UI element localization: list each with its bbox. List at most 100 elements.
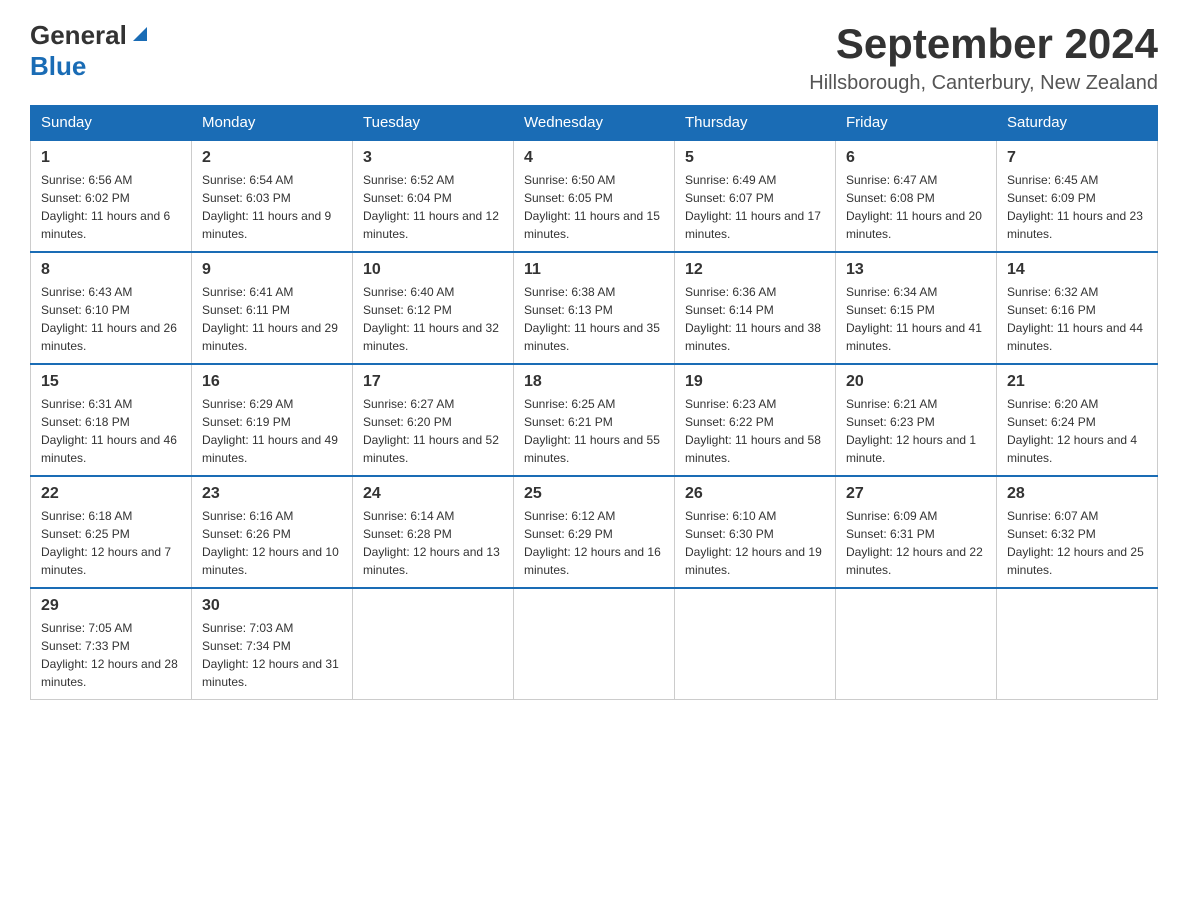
day-info: Sunrise: 6:34 AMSunset: 6:15 PMDaylight:… (846, 283, 986, 355)
day-info: Sunrise: 6:21 AMSunset: 6:23 PMDaylight:… (846, 395, 986, 467)
calendar-cell: 1Sunrise: 6:56 AMSunset: 6:02 PMDaylight… (31, 140, 192, 252)
calendar-cell: 4Sunrise: 6:50 AMSunset: 6:05 PMDaylight… (514, 140, 675, 252)
weekday-header-monday: Monday (192, 106, 353, 141)
day-number: 5 (685, 149, 825, 167)
day-number: 26 (685, 485, 825, 503)
calendar-cell (353, 588, 514, 700)
day-number: 3 (363, 149, 503, 167)
calendar-week-row: 22 Sunrise: 6:18 AMSunset: 6:25 PMDayligh… (31, 476, 1158, 588)
calendar-week-row: 29 Sunrise: 7:05 AMSunset: 7:33 PMDayligh… (31, 588, 1158, 700)
day-number: 28 (1007, 485, 1147, 503)
day-info: Sunrise: 6:23 AMSunset: 6:22 PMDaylight:… (685, 395, 825, 467)
day-number: 4 (524, 149, 664, 167)
calendar-cell: 10 Sunrise: 6:40 AMSunset: 6:12 PMDayligh… (353, 252, 514, 364)
weekday-header-saturday: Saturday (997, 106, 1158, 141)
day-number: 7 (1007, 149, 1147, 167)
day-info: Sunrise: 7:05 AMSunset: 7:33 PMDaylight:… (41, 619, 181, 691)
day-number: 14 (1007, 261, 1147, 279)
title-section: September 2024 Hillsborough, Canterbury,… (809, 20, 1158, 95)
calendar-cell: 14 Sunrise: 6:32 AMSunset: 6:16 PMDayligh… (997, 252, 1158, 364)
logo-triangle (131, 25, 149, 48)
day-info: Sunrise: 6:12 AMSunset: 6:29 PMDaylight:… (524, 507, 664, 579)
day-number: 12 (685, 261, 825, 279)
day-info: Sunrise: 6:29 AMSunset: 6:19 PMDaylight:… (202, 395, 342, 467)
calendar-cell: 28 Sunrise: 6:07 AMSunset: 6:32 PMDayligh… (997, 476, 1158, 588)
day-info: Sunrise: 6:25 AMSunset: 6:21 PMDaylight:… (524, 395, 664, 467)
calendar-cell: 2 Sunrise: 6:54 AMSunset: 6:03 PMDaylight… (192, 140, 353, 252)
day-number: 25 (524, 485, 664, 503)
weekday-header-thursday: Thursday (675, 106, 836, 141)
day-info: Sunrise: 6:38 AMSunset: 6:13 PMDaylight:… (524, 283, 664, 355)
day-info: Sunrise: 6:54 AMSunset: 6:03 PMDaylight:… (202, 171, 342, 243)
day-number: 29 (41, 597, 181, 615)
calendar-cell (836, 588, 997, 700)
weekday-header-wednesday: Wednesday (514, 106, 675, 141)
day-info: Sunrise: 6:36 AMSunset: 6:14 PMDaylight:… (685, 283, 825, 355)
day-number: 27 (846, 485, 986, 503)
calendar-cell: 15Sunrise: 6:31 AMSunset: 6:18 PMDayligh… (31, 364, 192, 476)
day-number: 13 (846, 261, 986, 279)
day-number: 11 (524, 261, 664, 279)
calendar-cell: 30Sunrise: 7:03 AMSunset: 7:34 PMDayligh… (192, 588, 353, 700)
calendar-cell: 19Sunrise: 6:23 AMSunset: 6:22 PMDayligh… (675, 364, 836, 476)
day-number: 15 (41, 373, 181, 391)
day-info: Sunrise: 6:14 AMSunset: 6:28 PMDaylight:… (363, 507, 503, 579)
calendar-cell (514, 588, 675, 700)
calendar-week-row: 15Sunrise: 6:31 AMSunset: 6:18 PMDayligh… (31, 364, 1158, 476)
day-info: Sunrise: 6:49 AMSunset: 6:07 PMDaylight:… (685, 171, 825, 243)
calendar-cell: 16 Sunrise: 6:29 AMSunset: 6:19 PMDayligh… (192, 364, 353, 476)
weekday-header-sunday: Sunday (31, 106, 192, 141)
calendar-cell: 22 Sunrise: 6:18 AMSunset: 6:25 PMDayligh… (31, 476, 192, 588)
calendar-cell: 29 Sunrise: 7:05 AMSunset: 7:33 PMDayligh… (31, 588, 192, 700)
calendar-cell: 21 Sunrise: 6:20 AMSunset: 6:24 PMDayligh… (997, 364, 1158, 476)
day-info: Sunrise: 6:09 AMSunset: 6:31 PMDaylight:… (846, 507, 986, 579)
day-info: Sunrise: 6:40 AMSunset: 6:12 PMDaylight:… (363, 283, 503, 355)
calendar-body: 1Sunrise: 6:56 AMSunset: 6:02 PMDaylight… (31, 140, 1158, 700)
day-number: 10 (363, 261, 503, 279)
calendar-cell (675, 588, 836, 700)
weekday-header-tuesday: Tuesday (353, 106, 514, 141)
day-number: 22 (41, 485, 181, 503)
logo-blue: Blue (30, 51, 86, 82)
location-title: Hillsborough, Canterbury, New Zealand (809, 72, 1158, 95)
day-number: 1 (41, 149, 181, 167)
calendar-cell: 18 Sunrise: 6:25 AMSunset: 6:21 PMDayligh… (514, 364, 675, 476)
calendar-cell: 11 Sunrise: 6:38 AMSunset: 6:13 PMDayligh… (514, 252, 675, 364)
day-number: 16 (202, 373, 342, 391)
page-header: General Blue September 2024 Hillsborough… (30, 20, 1158, 95)
day-info: Sunrise: 7:03 AMSunset: 7:34 PMDaylight:… (202, 619, 342, 691)
calendar-cell: 9Sunrise: 6:41 AMSunset: 6:11 PMDaylight… (192, 252, 353, 364)
calendar-cell: 25 Sunrise: 6:12 AMSunset: 6:29 PMDayligh… (514, 476, 675, 588)
day-number: 21 (1007, 373, 1147, 391)
calendar-cell: 7 Sunrise: 6:45 AMSunset: 6:09 PMDaylight… (997, 140, 1158, 252)
calendar-cell: 13 Sunrise: 6:34 AMSunset: 6:15 PMDayligh… (836, 252, 997, 364)
calendar-cell (997, 588, 1158, 700)
weekday-header-friday: Friday (836, 106, 997, 141)
day-number: 20 (846, 373, 986, 391)
calendar-table: SundayMondayTuesdayWednesdayThursdayFrid… (30, 105, 1158, 700)
day-info: Sunrise: 6:41 AMSunset: 6:11 PMDaylight:… (202, 283, 342, 355)
month-title: September 2024 (809, 20, 1158, 68)
day-number: 17 (363, 373, 503, 391)
day-info: Sunrise: 6:27 AMSunset: 6:20 PMDaylight:… (363, 395, 503, 467)
calendar-cell: 8Sunrise: 6:43 AMSunset: 6:10 PMDaylight… (31, 252, 192, 364)
day-info: Sunrise: 6:47 AMSunset: 6:08 PMDaylight:… (846, 171, 986, 243)
day-info: Sunrise: 6:52 AMSunset: 6:04 PMDaylight:… (363, 171, 503, 243)
day-number: 24 (363, 485, 503, 503)
day-number: 18 (524, 373, 664, 391)
day-number: 8 (41, 261, 181, 279)
day-info: Sunrise: 6:45 AMSunset: 6:09 PMDaylight:… (1007, 171, 1147, 243)
logo-general: General (30, 20, 127, 51)
day-info: Sunrise: 6:20 AMSunset: 6:24 PMDaylight:… (1007, 395, 1147, 467)
calendar-cell: 6Sunrise: 6:47 AMSunset: 6:08 PMDaylight… (836, 140, 997, 252)
day-info: Sunrise: 6:07 AMSunset: 6:32 PMDaylight:… (1007, 507, 1147, 579)
day-info: Sunrise: 6:18 AMSunset: 6:25 PMDaylight:… (41, 507, 181, 579)
logo: General Blue (30, 20, 149, 82)
calendar-header: SundayMondayTuesdayWednesdayThursdayFrid… (31, 106, 1158, 141)
day-info: Sunrise: 6:16 AMSunset: 6:26 PMDaylight:… (202, 507, 342, 579)
calendar-week-row: 1Sunrise: 6:56 AMSunset: 6:02 PMDaylight… (31, 140, 1158, 252)
calendar-cell: 26Sunrise: 6:10 AMSunset: 6:30 PMDayligh… (675, 476, 836, 588)
day-info: Sunrise: 6:32 AMSunset: 6:16 PMDaylight:… (1007, 283, 1147, 355)
calendar-cell: 24 Sunrise: 6:14 AMSunset: 6:28 PMDayligh… (353, 476, 514, 588)
day-number: 2 (202, 149, 342, 167)
